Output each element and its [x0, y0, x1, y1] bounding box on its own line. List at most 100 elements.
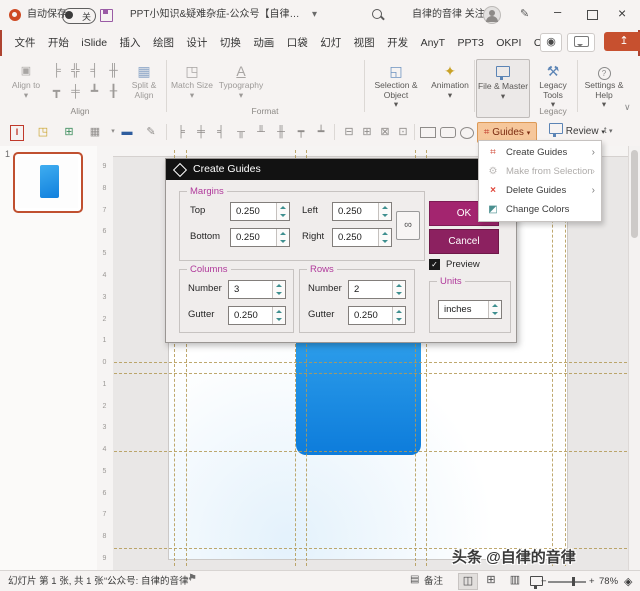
spinner[interactable] [392, 307, 405, 324]
share-button[interactable]: ↥ [604, 32, 640, 51]
media-tool-icon[interactable]: ▦ [86, 123, 104, 141]
search-icon[interactable] [372, 9, 382, 19]
spinner[interactable] [392, 281, 405, 298]
align-center-tool-icon[interactable]: ╪ [192, 123, 210, 141]
normal-view-button[interactable]: ◫ [458, 573, 478, 590]
edit-tool-icon[interactable]: ✎ [142, 123, 160, 141]
margin-bottom-input[interactable]: 0.250 [230, 228, 290, 247]
align-center-icon[interactable]: ╬ [67, 62, 84, 79]
table-tool-icon[interactable]: ⊞ [60, 123, 78, 141]
match-size-button[interactable]: ◳ Match Size ▾ [170, 59, 214, 116]
distribute-h-tool-icon[interactable]: ┯ [292, 123, 310, 141]
tab-koudai[interactable]: 口袋 [283, 30, 312, 56]
margin-right-input[interactable]: 0.250 [332, 228, 392, 247]
distribute-h-icon[interactable]: ╫ [105, 62, 122, 79]
reading-view-button[interactable]: ▥ [506, 573, 524, 588]
rectangle-shape-icon[interactable] [420, 127, 436, 138]
columns-number-input[interactable]: 3 [228, 280, 286, 299]
menu-item-change-colors[interactable]: ◩ Change Colors [479, 200, 601, 220]
spinner[interactable] [272, 307, 285, 324]
preview-checkbox[interactable]: ✓ [429, 259, 440, 270]
ribbon-collapse-chevron[interactable]: ∨ [624, 102, 631, 113]
rows-gutter-input[interactable]: 0.250 [348, 306, 406, 325]
guide-horizontal[interactable] [114, 373, 627, 374]
cancel-button[interactable]: Cancel [429, 229, 499, 254]
tab-file[interactable]: 文件 [10, 30, 39, 56]
guide-horizontal[interactable] [114, 362, 627, 363]
align-right-tool-icon[interactable]: ╡ [212, 123, 230, 141]
maximize-button[interactable] [587, 10, 598, 20]
cropped-button-fragment[interactable]: t ▾ [604, 125, 613, 135]
guide-horizontal[interactable] [114, 451, 627, 452]
bring-forward-icon[interactable]: ⊟ [340, 123, 358, 141]
menu-item-create-guides[interactable]: ⌗ Create Guides › [479, 143, 601, 163]
minimize-button[interactable]: – [554, 4, 561, 19]
canvas-scrollbar[interactable] [628, 146, 640, 570]
comments-button[interactable] [567, 33, 595, 52]
slide-sorter-view-button[interactable]: ⊞ [482, 573, 500, 588]
spinner[interactable] [272, 281, 285, 298]
distribute-v-icon[interactable]: ╂ [105, 83, 122, 100]
tab-insert[interactable]: 插入 [116, 30, 145, 56]
text-box-icon[interactable]: I [10, 125, 24, 141]
spinner[interactable] [276, 203, 289, 220]
rounded-rectangle-shape-icon[interactable] [440, 127, 456, 138]
align-top-tool-icon[interactable]: ╥ [232, 123, 250, 141]
tab-home[interactable]: 开始 [44, 30, 73, 56]
spinner[interactable] [378, 229, 391, 246]
tab-animations[interactable]: 动画 [249, 30, 278, 56]
close-button[interactable]: × [618, 5, 626, 21]
align-middle-icon[interactable]: ╪ [67, 83, 84, 100]
align-bottom-icon[interactable]: ┻ [86, 83, 103, 100]
notes-button[interactable]: 备注 [424, 573, 443, 591]
tab-slideshow[interactable]: 幻灯 [316, 30, 345, 56]
save-icon[interactable] [100, 9, 113, 22]
units-select[interactable]: inches [438, 300, 502, 319]
menu-item-make-from-selection[interactable]: ⚙ Make from Selection › [479, 162, 601, 182]
avatar[interactable] [483, 6, 501, 24]
animation-button[interactable]: ✦ Animation ▾ [427, 59, 473, 116]
send-backward-icon[interactable]: ⊞ [358, 123, 376, 141]
ellipse-shape-icon[interactable] [460, 127, 474, 139]
tab-okpi[interactable]: OKPI [492, 32, 525, 58]
tab-anyt[interactable]: AnyT [417, 32, 450, 58]
tab-islide[interactable]: iSlide [77, 32, 111, 58]
margin-top-input[interactable]: 0.250 [230, 202, 290, 221]
spinner[interactable] [276, 229, 289, 246]
align-right-icon[interactable]: ╡ [86, 62, 103, 79]
flag-icon[interactable]: ⚑ [188, 573, 197, 584]
dialog-title-bar[interactable]: Create Guides [166, 159, 516, 180]
fit-to-window-button[interactable]: ◈ [624, 573, 632, 591]
align-top-icon[interactable]: ┳ [48, 83, 65, 100]
tab-design[interactable]: 设计 [182, 30, 211, 56]
tab-view[interactable]: 视图 [350, 30, 379, 56]
align-middle-tool-icon[interactable]: ╫ [272, 123, 290, 141]
bring-front-icon[interactable]: ⊠ [376, 123, 394, 141]
bar-tool-icon[interactable]: ▬ [118, 123, 136, 141]
align-left-tool-icon[interactable]: ╞ [172, 123, 190, 141]
zoom-slider-thumb[interactable] [572, 577, 575, 586]
zoom-slider-track[interactable] [548, 581, 586, 583]
document-title[interactable]: PPT小知识&疑难杂症-公众号【自律… [130, 8, 299, 22]
zoom-in-button[interactable]: + [589, 573, 595, 591]
title-dropdown-caret[interactable]: ▾ [312, 8, 317, 22]
zoom-out-button[interactable]: − [541, 573, 547, 591]
columns-gutter-input[interactable]: 0.250 [228, 306, 286, 325]
pencil-icon[interactable]: ✎ [520, 7, 529, 20]
zoom-level[interactable]: 78% [599, 573, 618, 591]
record-button[interactable]: ◉ [540, 33, 562, 52]
tab-developer[interactable]: 开发 [383, 30, 412, 56]
scrollbar-thumb[interactable] [631, 150, 638, 238]
tab-transitions[interactable]: 切换 [216, 30, 245, 56]
picture-tool-icon[interactable]: ◳ [34, 123, 52, 141]
menu-item-delete-guides[interactable]: × Delete Guides › [479, 181, 601, 201]
rows-number-input[interactable]: 2 [348, 280, 406, 299]
send-back-icon[interactable]: ⊡ [394, 123, 412, 141]
distribute-v-tool-icon[interactable]: ┷ [312, 123, 330, 141]
align-left-icon[interactable]: ╞ [48, 62, 65, 79]
tab-draw[interactable]: 绘图 [149, 30, 178, 56]
split-align-button[interactable]: ▦ Split & Align [124, 59, 164, 116]
tab-ppt[interactable]: PPT3 [454, 32, 488, 58]
selection-object-button[interactable]: ◱ Selection & Object ▾ [368, 59, 424, 116]
autosave-toggle[interactable]: 关 [62, 8, 96, 24]
